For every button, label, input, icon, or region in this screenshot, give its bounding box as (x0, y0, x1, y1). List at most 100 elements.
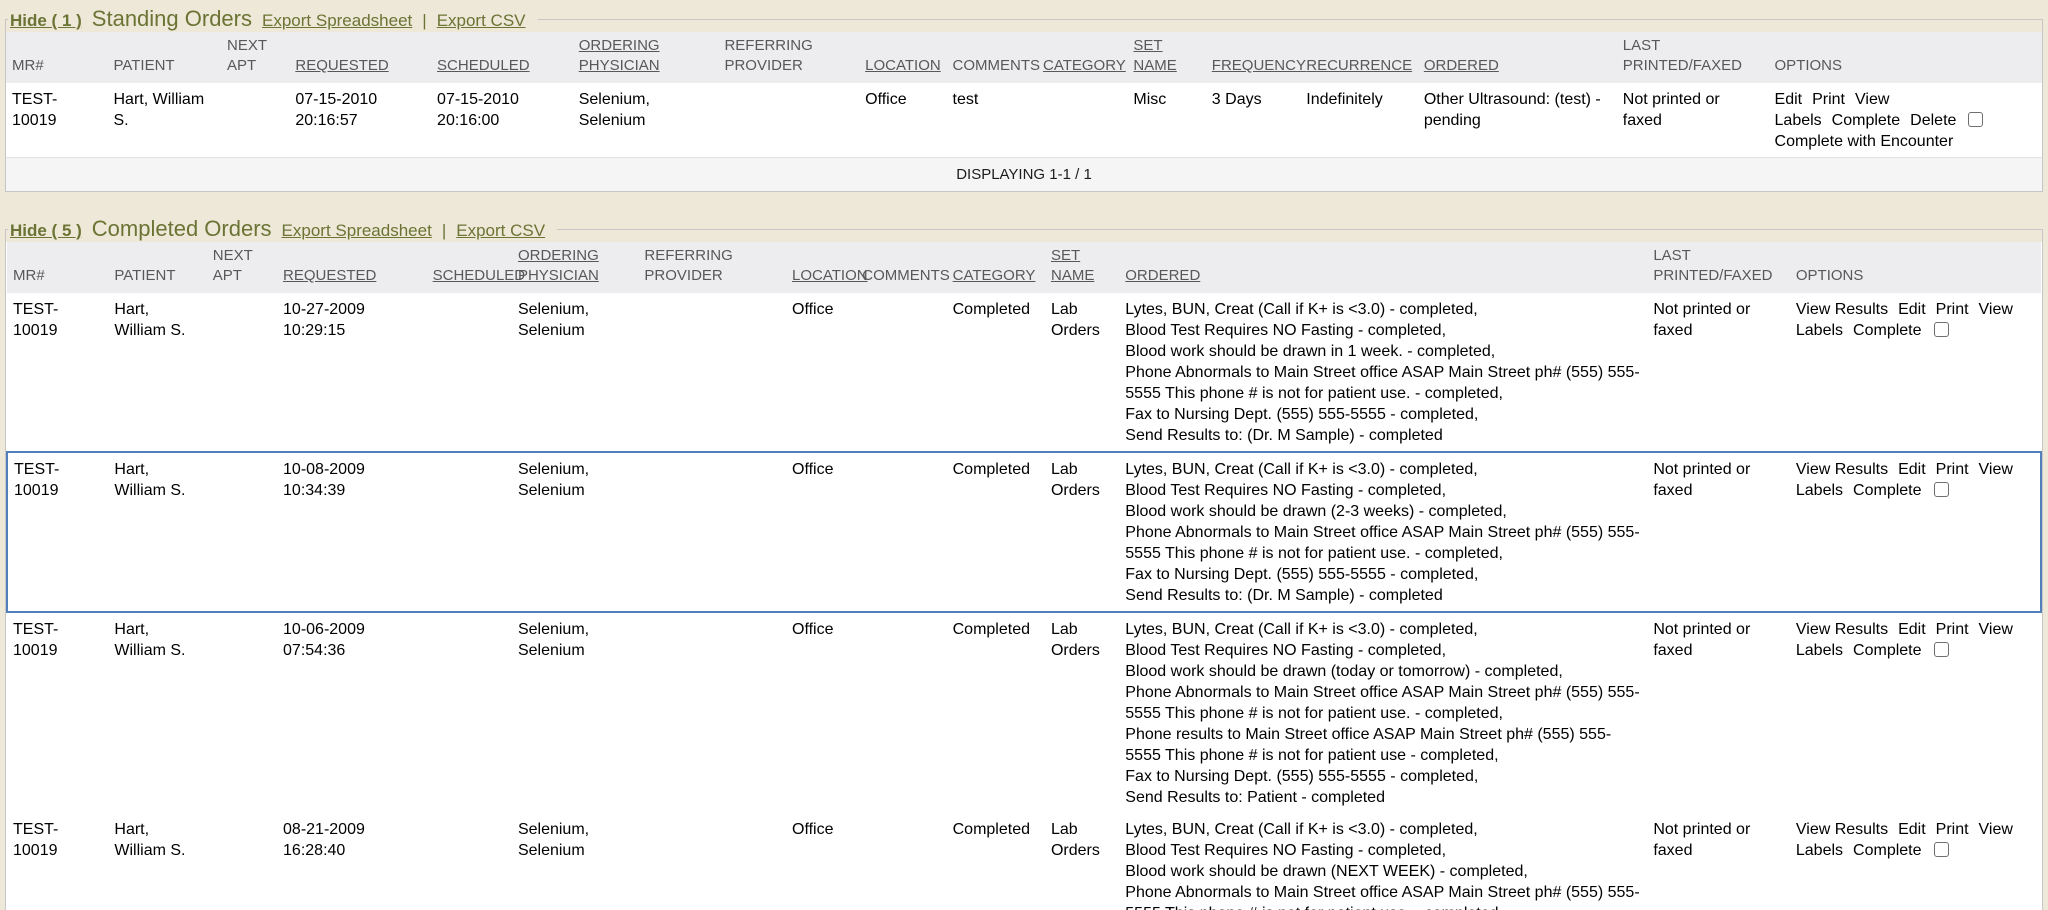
edit-link[interactable]: Edit (1898, 821, 1926, 838)
order-checkbox[interactable] (1934, 322, 1949, 337)
completed-orders-section: Hide ( 5 ) Completed Orders Export Sprea… (5, 216, 2043, 910)
cell-mr: TEST-10019 (6, 83, 107, 158)
table-row: TEST-10019 Hart, William S. 10-27-2009 1… (7, 293, 2041, 452)
cell-patient: Hart, William S. (108, 452, 206, 612)
order-checkbox[interactable] (1934, 642, 1949, 657)
edit-link[interactable]: Edit (1898, 621, 1926, 638)
col-header-category[interactable]: CATEGORY (947, 242, 1045, 293)
col-header-referring-provider: REFERRING PROVIDER (638, 242, 786, 293)
col-header-set-name[interactable]: SET NAME (1127, 32, 1205, 83)
cell-ordering-physician: Selenium, Selenium (573, 83, 719, 158)
col-header-patient: PATIENT (108, 242, 206, 293)
cell-category (1037, 83, 1127, 158)
table-row-highlighted: TEST-10019 Hart, William S. 10-08-2009 1… (7, 452, 2041, 612)
order-checkbox[interactable] (1934, 842, 1949, 857)
col-header-ordered[interactable]: ORDERED (1418, 32, 1617, 83)
standing-export-spreadsheet-link[interactable]: Export Spreadsheet (262, 11, 412, 31)
cell-requested: 10-08-2009 10:34:39 (277, 452, 427, 612)
col-header-patient: PATIENT (107, 32, 221, 83)
col-header-comments: COMMENTS (947, 32, 1037, 83)
col-header-ordered[interactable]: ORDERED (1119, 242, 1647, 293)
delete-link[interactable]: Delete (1910, 112, 1956, 129)
separator: | (422, 11, 426, 31)
completed-export-spreadsheet-link[interactable]: Export Spreadsheet (282, 221, 432, 241)
complete-link[interactable]: Complete (1853, 842, 1921, 859)
order-checkbox[interactable] (1934, 482, 1949, 497)
standing-footer-row: DISPLAYING 1-1 / 1 (6, 158, 2042, 192)
col-header-set-name[interactable]: SET NAME (1045, 242, 1119, 293)
cell-scheduled (427, 293, 512, 452)
cell-location: Office (786, 612, 856, 813)
cell-options: View ResultsEditPrintView LabelsComplete (1790, 612, 2041, 813)
completed-header-row: MR# PATIENT NEXT APT REQUESTED SCHEDULED… (7, 242, 2041, 293)
cell-set-name: Lab Orders (1045, 813, 1119, 910)
cell-requested: 10-06-2009 07:54:36 (277, 612, 427, 813)
view-results-link[interactable]: View Results (1796, 301, 1888, 318)
col-header-options: OPTIONS (1790, 242, 2041, 293)
print-link[interactable]: Print (1936, 461, 1969, 478)
col-header-ordering-physician[interactable]: ORDERING PHYSICIAN (573, 32, 719, 83)
complete-link[interactable]: Complete (1853, 322, 1921, 339)
col-header-requested[interactable]: REQUESTED (277, 242, 427, 293)
cell-ordering-physician: Selenium, Selenium (512, 452, 638, 612)
col-header-mr: MR# (7, 242, 108, 293)
complete-with-encounter-link[interactable]: Complete with Encounter (1775, 131, 2036, 152)
standing-export-csv-link[interactable]: Export CSV (437, 11, 526, 31)
view-results-link[interactable]: View Results (1796, 461, 1888, 478)
cell-options: View ResultsEditPrintView LabelsComplete (1790, 293, 2041, 452)
cell-last-printed-faxed: Not printed or faxed (1617, 83, 1769, 158)
col-header-location[interactable]: LOCATION (859, 32, 946, 83)
cell-last-printed-faxed: Not printed or faxed (1647, 452, 1790, 612)
table-row: TEST-10019 Hart, William S. 08-21-2009 1… (7, 813, 2041, 910)
cell-options: View ResultsEditPrintView LabelsComplete (1790, 452, 2041, 612)
col-header-scheduled[interactable]: SCHEDULED (431, 32, 573, 83)
edit-link[interactable]: Edit (1898, 461, 1926, 478)
edit-link[interactable]: Edit (1775, 91, 1803, 108)
cell-patient: Hart, William S. (108, 612, 206, 813)
completed-export-csv-link[interactable]: Export CSV (456, 221, 545, 241)
table-row: TEST-10019 Hart, William S. 07-15-2010 2… (6, 83, 2042, 158)
col-header-category[interactable]: CATEGORY (1037, 32, 1127, 83)
edit-link[interactable]: Edit (1898, 301, 1926, 318)
cell-referring-provider (718, 83, 859, 158)
cell-comments (856, 612, 946, 813)
cell-referring-provider (638, 452, 786, 612)
cell-scheduled (427, 612, 512, 813)
view-results-link[interactable]: View Results (1796, 621, 1888, 638)
hide-standing-orders-link[interactable]: Hide ( 1 ) (10, 11, 82, 31)
cell-frequency: 3 Days (1206, 83, 1300, 158)
cell-options: EditPrintView LabelsCompleteDelete Compl… (1769, 83, 2042, 158)
print-link[interactable]: Print (1936, 301, 1969, 318)
col-header-requested[interactable]: REQUESTED (289, 32, 431, 83)
print-link[interactable]: Print (1812, 91, 1845, 108)
cell-location: Office (786, 452, 856, 612)
cell-scheduled (427, 452, 512, 612)
cell-next-apt (207, 293, 277, 452)
cell-set-name: Lab Orders (1045, 293, 1119, 452)
cell-last-printed-faxed: Not printed or faxed (1647, 612, 1790, 813)
order-checkbox[interactable] (1968, 112, 1983, 127)
col-header-scheduled[interactable]: SCHEDULED (427, 242, 512, 293)
cell-mr: TEST-10019 (7, 612, 108, 813)
col-header-frequency[interactable]: FREQUENCY (1206, 32, 1300, 83)
completed-orders-table: MR# PATIENT NEXT APT REQUESTED SCHEDULED… (6, 242, 2042, 910)
complete-link[interactable]: Complete (1832, 112, 1900, 129)
complete-link[interactable]: Complete (1853, 482, 1921, 499)
cell-comments (856, 452, 946, 612)
print-link[interactable]: Print (1936, 621, 1969, 638)
cell-set-name: Misc (1127, 83, 1205, 158)
col-header-location[interactable]: LOCATION (786, 242, 856, 293)
cell-scheduled (427, 813, 512, 910)
complete-link[interactable]: Complete (1853, 642, 1921, 659)
view-results-link[interactable]: View Results (1796, 821, 1888, 838)
print-link[interactable]: Print (1936, 821, 1969, 838)
col-header-next-apt: NEXT APT (207, 242, 277, 293)
standing-orders-section: Hide ( 1 ) Standing Orders Export Spread… (5, 6, 2043, 192)
cell-comments: test (947, 83, 1037, 158)
standing-orders-table: MR# PATIENT NEXT APT REQUESTED SCHEDULED… (6, 32, 2042, 191)
col-header-recurrence[interactable]: RECURRENCE (1300, 32, 1418, 83)
standing-orders-title: Standing Orders (92, 6, 252, 32)
col-header-ordering-physician[interactable]: ORDERING PHYSICIAN (512, 242, 638, 293)
hide-completed-orders-link[interactable]: Hide ( 5 ) (10, 221, 82, 241)
cell-location: Office (859, 83, 946, 158)
